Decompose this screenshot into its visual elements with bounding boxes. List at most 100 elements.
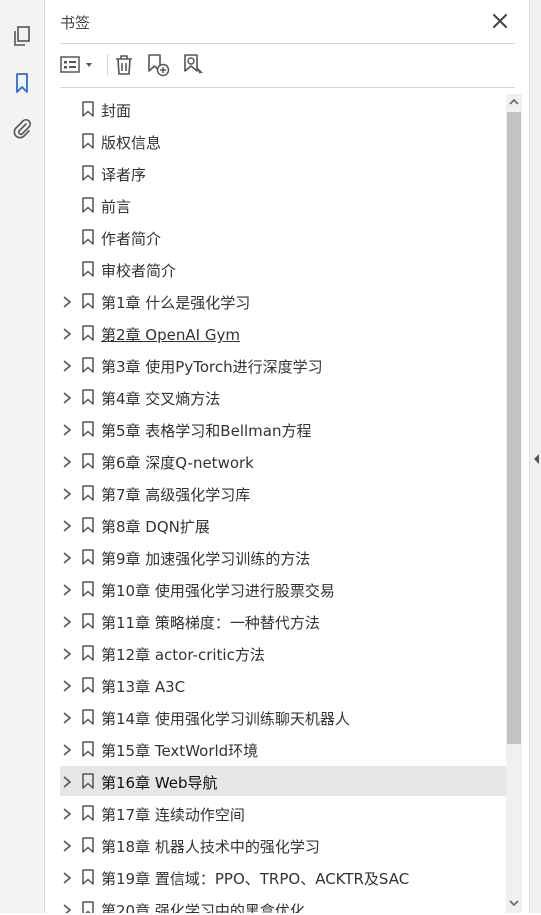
delete-bookmark-trash-icon[interactable] [111,52,137,78]
chevron-right-icon[interactable] [60,390,74,404]
chevron-right-icon[interactable] [60,518,74,532]
bookmark-icon [82,485,94,501]
bookmark-row[interactable]: 第1章 什么是强化学习 [60,286,506,316]
close-icon[interactable] [490,11,510,31]
bookmark-icon [82,581,94,597]
chevron-right-icon[interactable] [60,614,74,628]
bookmark-row[interactable]: 第2章 OpenAI Gym [60,318,506,348]
bookmark-icon [82,709,94,725]
bookmark-icon [82,197,94,213]
bookmark-label: 作者简介 [101,230,162,248]
bookmark-icon [82,133,94,149]
chevron-right-icon[interactable] [60,678,74,692]
chevron-right-icon[interactable] [60,294,74,308]
vertical-scrollbar[interactable] [506,94,522,913]
bookmark-label: 第14章 使用强化学习训练聊天机器人 [101,710,350,728]
bookmark-label: 第6章 深度Q-network [101,454,254,472]
bookmark-label: 第8章 DQN扩展 [101,518,210,536]
bookmark-row[interactable]: 第15章 TextWorld环境 [60,734,506,764]
chevron-right-icon[interactable] [60,742,74,756]
bookmark-row[interactable]: 审校者简介 [60,254,506,284]
options-menu-button[interactable] [59,52,97,78]
bookmark-label: 前言 [101,198,132,216]
scroll-up-arrow-icon[interactable] [506,94,522,110]
bookmark-icon [82,421,94,437]
bookmark-label: 第17章 连续动作空间 [101,806,245,824]
bookmark-icon [82,837,94,853]
bookmark-row[interactable]: 第10章 使用强化学习进行股票交易 [60,574,506,604]
scroll-down-arrow-icon[interactable] [506,895,522,911]
bookmark-row[interactable]: 第18章 机器人技术中的强化学习 [60,830,506,860]
bookmark-row[interactable]: 作者简介 [60,222,506,252]
bookmark-label: 第9章 加速强化学习训练的方法 [101,550,311,568]
bookmark-icon [82,645,94,661]
chevron-right-icon[interactable] [60,710,74,724]
bookmark-row[interactable]: 前言 [60,190,506,220]
bookmark-label: 第2章 OpenAI Gym [101,326,240,344]
toolbar-divider [60,87,515,88]
bookmark-icon [82,805,94,821]
bookmark-label: 译者序 [101,166,147,184]
chevron-right-icon[interactable] [60,486,74,500]
bookmark-icon [82,901,94,913]
chevron-right-icon[interactable] [60,774,74,788]
chevron-right-icon[interactable] [60,902,74,913]
bookmarks-panel: 书签 封面 版权信息 译者序 前言 作者简介 审校者简介 第1章 什么是强化学习… [45,0,529,913]
bookmark-icon [82,325,94,341]
bookmark-label: 第13章 A3C [101,678,186,696]
chevron-right-icon[interactable] [60,646,74,660]
scrollbar-thumb[interactable] [507,112,521,744]
bookmark-icon [82,677,94,693]
bookmark-label: 第5章 表格学习和Bellman方程 [101,422,312,440]
chevron-right-icon[interactable] [60,454,74,468]
bookmark-row[interactable]: 第9章 加速强化学习训练的方法 [60,542,506,572]
bookmark-label: 第20章 强化学习中的黑盒优化 [101,902,305,913]
bookmark-row[interactable]: 第5章 表格学习和Bellman方程 [60,414,506,444]
bookmark-icon [82,389,94,405]
chevron-right-icon[interactable] [60,838,74,852]
collapse-panel-arrow-icon[interactable] [533,450,541,464]
chevron-right-icon[interactable] [60,870,74,884]
bookmark-icon [82,261,94,277]
bookmark-row[interactable]: 第6章 深度Q-network [60,446,506,476]
find-current-bookmark-icon[interactable] [179,52,207,78]
pages-thumbnails-icon[interactable] [10,24,34,48]
bookmark-row[interactable]: 第3章 使用PyTorch进行深度学习 [60,350,506,380]
bookmark-icon [82,229,94,245]
chevron-right-icon[interactable] [60,582,74,596]
chevron-right-icon[interactable] [60,422,74,436]
bookmark-list: 封面版权信息译者序前言作者简介审校者简介 第1章 什么是强化学习第2章 OpenA… [60,94,506,913]
bookmark-row[interactable]: 译者序 [60,158,506,188]
bookmark-row[interactable]: 第4章 交叉熵方法 [60,382,506,412]
bookmark-row[interactable]: 第12章 actor-critic方法 [60,638,506,668]
bookmark-row[interactable]: 版权信息 [60,126,506,156]
bookmark-label: 第4章 交叉熵方法 [101,390,221,408]
bookmark-row[interactable]: 第7章 高级强化学习库 [60,478,506,508]
bookmark-row[interactable]: 第17章 连续动作空间 [60,798,506,828]
bookmark-row[interactable]: 封面 [60,94,506,124]
bookmark-label: 第10章 使用强化学习进行股票交易 [101,582,335,600]
bookmark-label: 封面 [101,102,132,120]
bookmarks-icon[interactable] [10,71,34,95]
bookmark-icon [82,517,94,533]
bookmark-label: 版权信息 [101,134,162,152]
chevron-right-icon[interactable] [60,326,74,340]
attachments-paperclip-icon[interactable] [10,117,34,141]
chevron-right-icon[interactable] [60,550,74,564]
bookmark-label: 第12章 actor-critic方法 [101,646,265,664]
bookmark-row[interactable]: 第11章 策略梯度：一种替代方法 [60,606,506,636]
bookmark-row[interactable]: 第19章 置信域：PPO、TRPO、ACKTR及SAC [60,862,506,892]
bookmark-icon [82,773,94,789]
bookmark-row[interactable]: 第14章 使用强化学习训练聊天机器人 [60,702,506,732]
bookmark-row[interactable]: 第13章 A3C [60,670,506,700]
new-bookmark-icon[interactable] [144,52,172,78]
panel-resize-edge[interactable] [529,0,541,913]
chevron-right-icon[interactable] [60,358,74,372]
left-tool-rail [0,0,45,913]
chevron-right-icon[interactable] [60,806,74,820]
bookmark-toolbar [45,44,529,87]
bookmark-row[interactable]: 第20章 强化学习中的黑盒优化 [60,894,506,913]
bookmark-row[interactable]: 第16章 Web导航 [60,766,506,796]
bookmark-row[interactable]: 第8章 DQN扩展 [60,510,506,540]
bookmark-label: 第15章 TextWorld环境 [101,742,259,760]
